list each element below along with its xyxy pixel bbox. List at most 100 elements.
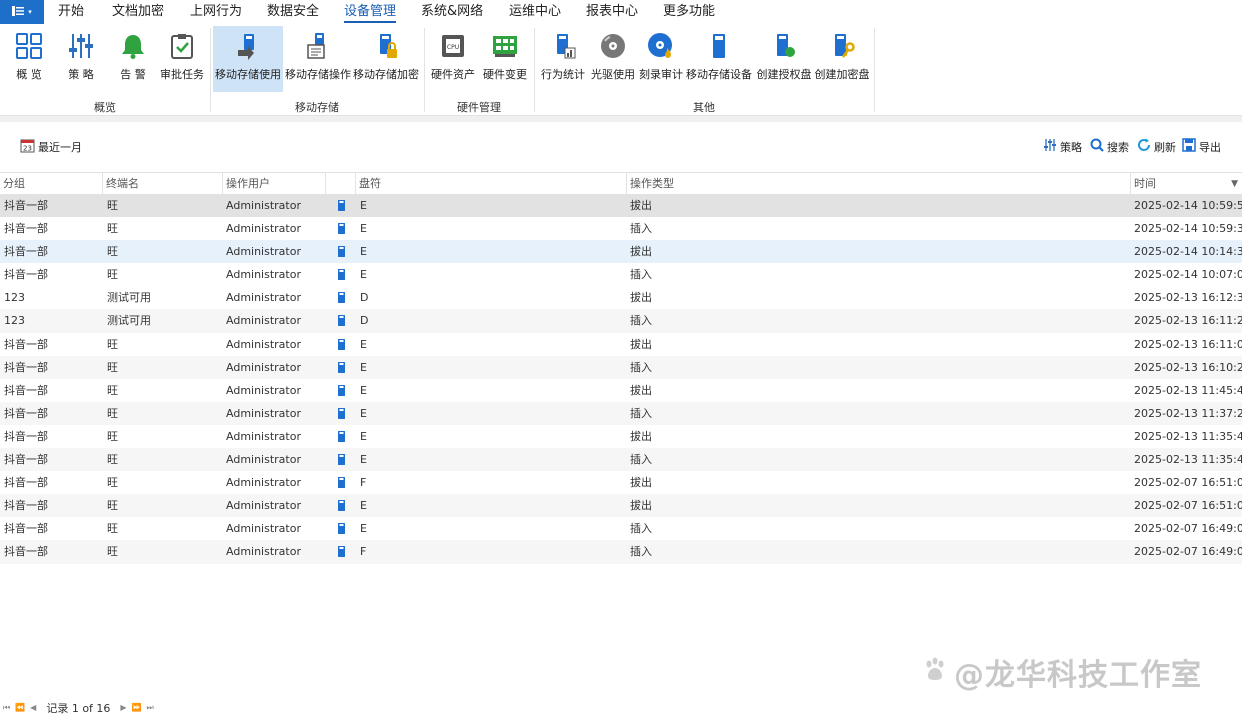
cell-time: 2025-02-14 10:59:30 — [1134, 222, 1242, 236]
hardware-change-button[interactable]: 硬件变更 — [480, 26, 530, 92]
table-row[interactable]: 123 测试可用 Administrator D 拔出 2025-02-13 1… — [0, 286, 1242, 309]
policy-button[interactable]: 策 略 — [58, 26, 104, 92]
approval-task-button[interactable]: 审批任务 — [158, 26, 206, 92]
column-header-icon[interactable] — [326, 173, 356, 195]
usb-drive-icon — [703, 30, 735, 62]
column-header-user[interactable]: 操作用户 — [223, 173, 326, 195]
hardware-asset-label: 硬件资产 — [431, 68, 475, 81]
create-encrypt-disk-button[interactable]: 创建加密盘 — [814, 26, 870, 92]
menu-ops-center[interactable]: 运维中心 — [509, 0, 561, 24]
usb-usage-button[interactable]: 移动存储使用 — [213, 26, 283, 92]
cell-user: Administrator — [226, 314, 301, 328]
table-row[interactable]: 抖音一部 旺 Administrator E 拔出 2025-02-07 16:… — [0, 494, 1242, 518]
menu-doc-encrypt[interactable]: 文档加密 — [112, 0, 164, 24]
disc-icon — [597, 30, 629, 62]
search-button[interactable]: 搜索 — [1090, 138, 1129, 155]
app-menu-button[interactable]: ▾ — [0, 0, 44, 24]
cell-drive: E — [360, 337, 367, 351]
table-row[interactable]: 123 测试可用 Administrator D 插入 2025-02-13 1… — [0, 309, 1242, 333]
table-row[interactable]: 抖音一部 旺 Administrator E 插入 2025-02-07 16:… — [0, 517, 1242, 540]
table-row[interactable]: 抖音一部 旺 Administrator F 插入 2025-02-07 16:… — [0, 540, 1242, 564]
hardware-asset-button[interactable]: CPU 硬件资产 — [428, 26, 478, 92]
cell-time: 2025-02-14 10:59:52 — [1134, 199, 1242, 212]
usb-icon — [338, 269, 345, 281]
table-row[interactable]: 抖音一部 旺 Administrator E 拔出 2025-02-13 11:… — [0, 425, 1242, 448]
column-header-terminal[interactable]: 终端名 — [103, 173, 223, 195]
column-header-drive[interactable]: 盘符 — [356, 173, 627, 195]
cell-time: 2025-02-13 11:35:42 — [1134, 429, 1242, 443]
usb-icon — [338, 315, 345, 327]
date-range-button[interactable]: 23 最近一月 — [20, 138, 82, 156]
alert-button[interactable]: 告 警 — [110, 26, 156, 92]
export-button[interactable]: 导出 — [1182, 138, 1221, 155]
table-row[interactable]: 抖音一部 旺 Administrator E 拔出 2025-02-13 11:… — [0, 379, 1242, 402]
next-page-group-button[interactable]: ⏩ — [132, 703, 142, 712]
burn-audit-button[interactable]: 刻录审计 — [638, 26, 684, 92]
cell-drive: F — [360, 545, 367, 559]
table-row[interactable]: 抖音一部 旺 Administrator E 插入 2025-02-14 10:… — [0, 217, 1242, 240]
cell-operation: 插入 — [630, 314, 652, 328]
table-row[interactable]: 抖音一部 旺 Administrator F 拔出 2025-02-07 16:… — [0, 471, 1242, 494]
menu-system-network[interactable]: 系统&网络 — [421, 0, 483, 24]
first-page-button[interactable]: ⏮ — [3, 703, 10, 713]
table-row[interactable]: 抖音一部 旺 Administrator E 拔出 2025-02-13 16:… — [0, 333, 1242, 356]
group-label-overview: 概览 — [94, 101, 116, 114]
clipboard-check-icon — [166, 30, 198, 62]
cell-drive: E — [360, 453, 367, 467]
menu-more[interactable]: 更多功能 — [663, 0, 715, 24]
cell-operation: 拔出 — [630, 245, 652, 259]
menu-web-behavior[interactable]: 上网行为 — [190, 0, 242, 24]
column-header-operation[interactable]: 操作类型 — [627, 173, 1131, 195]
behavior-stats-button[interactable]: 行为统计 — [540, 26, 586, 92]
prev-page-group-button[interactable]: ⏪ — [15, 703, 25, 712]
create-auth-disk-button[interactable]: 创建授权盘 — [756, 26, 812, 92]
chevron-down-icon: ▾ — [28, 8, 32, 16]
cell-terminal: 旺 — [107, 337, 118, 351]
table-row[interactable]: 抖音一部 旺 Administrator E 插入 2025-02-13 16:… — [0, 355, 1242, 379]
cell-operation: 拔出 — [630, 199, 652, 212]
cell-user: Administrator — [226, 383, 301, 397]
cell-user: Administrator — [226, 522, 301, 536]
next-button[interactable]: ▶ — [120, 703, 126, 712]
cell-user: Administrator — [226, 199, 301, 212]
usb-icon — [338, 361, 345, 373]
cell-terminal: 旺 — [107, 268, 118, 282]
menu-start[interactable]: 开始 — [58, 0, 84, 24]
column-header-group[interactable]: 分组 — [0, 173, 103, 195]
menu-report-center[interactable]: 报表中心 — [586, 0, 638, 24]
prev-button[interactable]: ◀ — [30, 703, 36, 712]
overview-label: 概 览 — [16, 68, 42, 81]
date-range-label: 最近一月 — [38, 141, 82, 154]
overview-button[interactable]: 概 览 — [6, 26, 52, 92]
menu-device-management[interactable]: 设备管理 — [344, 0, 397, 24]
cell-terminal: 旺 — [107, 222, 118, 236]
usb-operation-button[interactable]: 移动存储操作 — [284, 26, 352, 92]
cell-operation: 拔出 — [630, 499, 652, 513]
table-row[interactable]: 抖音一部 旺 Administrator E 插入 2025-02-14 10:… — [0, 263, 1242, 286]
cell-drive: E — [360, 429, 367, 443]
usb-device-button[interactable]: 移动存储设备 — [686, 26, 752, 92]
table-row[interactable]: 抖音一部 旺 Administrator E 插入 2025-02-13 11:… — [0, 448, 1242, 472]
table-row[interactable]: 抖音一部 旺 Administrator E 拔出 2025-02-14 10:… — [0, 194, 1242, 218]
cell-user: Administrator — [226, 499, 301, 513]
table-row[interactable]: 抖音一部 旺 Administrator E 拔出 2025-02-14 10:… — [0, 240, 1242, 264]
refresh-button[interactable]: 刷新 — [1137, 138, 1176, 155]
usb-icon — [338, 384, 345, 396]
cell-terminal: 旺 — [107, 453, 118, 467]
grid-icon — [13, 30, 45, 62]
menu-data-security[interactable]: 数据安全 — [267, 0, 319, 24]
cell-time: 2025-02-13 16:11:09 — [1134, 337, 1242, 351]
cell-operation: 插入 — [630, 545, 652, 559]
cell-user: Administrator — [226, 453, 301, 467]
cdrom-usage-button[interactable]: 光驱使用 — [590, 26, 636, 92]
group-label-other: 其他 — [693, 101, 715, 114]
usb-encrypt-button[interactable]: 移动存储加密 — [352, 26, 420, 92]
table-row[interactable]: 抖音一部 旺 Administrator E 插入 2025-02-13 11:… — [0, 401, 1242, 425]
cell-drive: E — [360, 406, 367, 420]
last-page-button[interactable]: ⏭ — [147, 703, 154, 713]
column-header-time-label: 时间 — [1134, 177, 1156, 190]
policy-action-button[interactable]: 策略 — [1043, 138, 1082, 155]
cell-user: Administrator — [226, 291, 301, 305]
cell-terminal: 旺 — [107, 383, 118, 397]
column-header-time[interactable]: 时间 ▼ — [1131, 173, 1242, 195]
